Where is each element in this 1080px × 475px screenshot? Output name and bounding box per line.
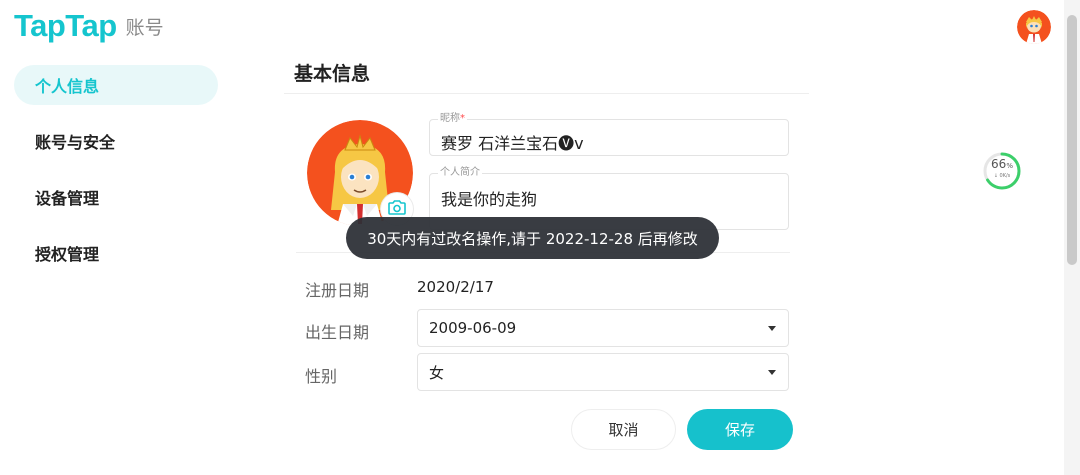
- sidebar-item-label: 授权管理: [35, 245, 100, 264]
- speed-rate: ↓ 0K/s: [993, 173, 1011, 179]
- register-date-label: 注册日期: [305, 281, 370, 300]
- user-avatar[interactable]: [1017, 10, 1051, 44]
- bio-value: 我是你的走狗: [441, 190, 538, 209]
- nickname-field[interactable]: 昵称* 赛罗 石洋兰宝石🅥v: [429, 112, 789, 156]
- logo-section-text: 账号: [125, 17, 164, 39]
- arrow-down-icon: ↓: [993, 173, 998, 179]
- birth-date-label: 出生日期: [305, 323, 370, 342]
- cancel-button[interactable]: 取消: [571, 409, 676, 450]
- sidebar-item-authorization[interactable]: 授权管理: [14, 233, 218, 273]
- sidebar-item-account-security[interactable]: 账号与安全: [14, 121, 218, 161]
- speed-percent: 66%: [991, 157, 1013, 171]
- save-button[interactable]: 保存: [687, 409, 793, 450]
- taptap-logo[interactable]: TapTap 账号: [14, 8, 164, 44]
- caret-down-icon: [768, 369, 776, 375]
- gender-label: 性别: [305, 367, 338, 386]
- gender-value: 女: [429, 363, 445, 382]
- sidebar-item-device-management[interactable]: 设备管理: [14, 177, 218, 217]
- sidebar-item-profile[interactable]: 个人信息: [14, 65, 218, 105]
- camera-icon: [388, 199, 406, 219]
- toast-message: 30天内有过改名操作,请于 2022-12-28 后再修改: [346, 217, 719, 259]
- caret-down-icon: [768, 325, 776, 331]
- sidebar-item-label: 个人信息: [35, 77, 100, 96]
- sidebar-item-label: 设备管理: [35, 189, 100, 208]
- gender-select[interactable]: 女: [417, 353, 789, 391]
- bio-label: 个人简介: [438, 166, 482, 180]
- register-date-value: 2020/2/17: [417, 278, 494, 296]
- sidebar: 个人信息 账号与安全 设备管理 授权管理: [14, 65, 218, 289]
- network-speed-widget[interactable]: 66% ↓ 0K/s: [982, 151, 1022, 191]
- logo-brand-text: TapTap: [14, 8, 117, 43]
- birth-date-select[interactable]: 2009-06-09: [417, 309, 789, 347]
- nickname-value: 赛罗 石洋兰宝石🅥v: [441, 134, 584, 153]
- page-title: 基本信息: [294, 63, 371, 85]
- scrollbar-thumb[interactable]: [1067, 15, 1077, 265]
- required-mark: *: [460, 113, 465, 124]
- nickname-label: 昵称*: [438, 112, 467, 126]
- sidebar-item-label: 账号与安全: [35, 133, 116, 152]
- birth-date-value: 2009-06-09: [429, 319, 517, 337]
- title-divider: [284, 93, 809, 94]
